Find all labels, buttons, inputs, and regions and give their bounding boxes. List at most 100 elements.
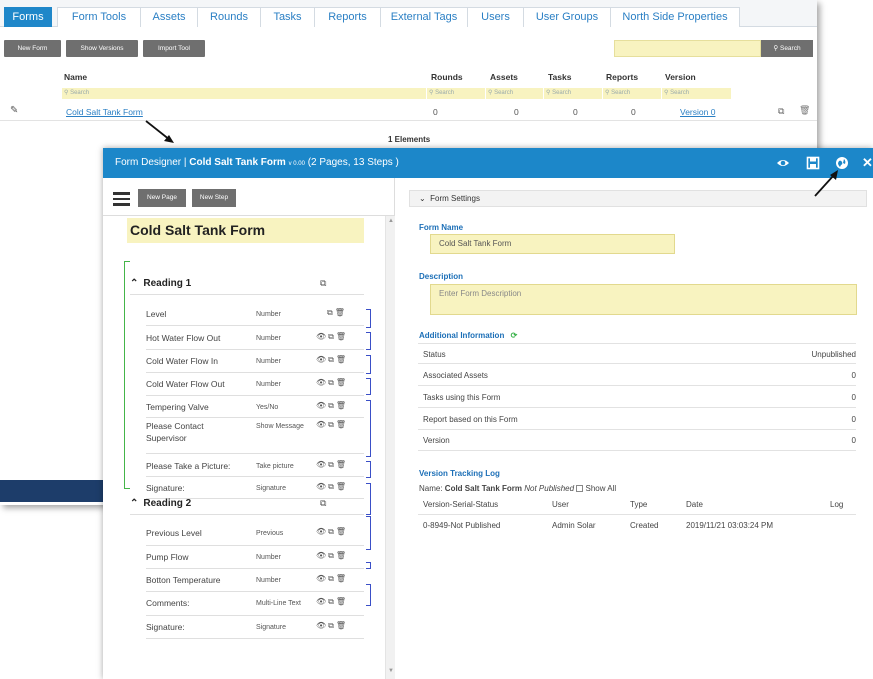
step-row[interactable]: Previous Level Previous 👁⧉🗑 <box>146 522 364 546</box>
trash-icon[interactable]: 🗑 <box>335 308 347 317</box>
trash-icon[interactable]: 🗑 <box>336 551 348 560</box>
eye-icon[interactable]: 👁 <box>316 551 328 560</box>
search-input[interactable] <box>614 40 761 57</box>
step-row[interactable]: Cold Water Flow Out Number 👁⧉🗑 <box>146 373 364 396</box>
close-icon[interactable]: ✕ <box>862 155 873 170</box>
eye-icon[interactable]: 👁 <box>316 420 328 429</box>
copy-icon[interactable]: ⧉ <box>778 106 784 117</box>
trash-icon[interactable]: 🗑 <box>336 621 348 630</box>
column-assets[interactable]: Assets <box>490 72 518 82</box>
trash-icon[interactable]: 🗑 <box>336 460 348 469</box>
trash-icon[interactable]: 🗑 <box>336 597 348 606</box>
eye-icon[interactable]: 👁 <box>316 355 328 364</box>
copy-section-icon[interactable]: ⧉ <box>320 498 326 509</box>
form-settings-header[interactable]: ⌄ Form Settings <box>409 190 867 207</box>
eye-icon[interactable]: 👁 <box>316 527 328 536</box>
new-form-button[interactable]: New Form <box>4 40 61 57</box>
form-name-link[interactable]: Cold Salt Tank Form <box>66 107 143 117</box>
copy-icon[interactable]: ⧉ <box>328 460 336 469</box>
eye-icon[interactable]: 👁 <box>316 597 328 606</box>
trash-icon[interactable]: 🗑 <box>336 482 348 491</box>
copy-section-icon[interactable]: ⧉ <box>320 278 326 289</box>
tab-assets[interactable]: Assets <box>140 7 198 27</box>
tab-north-side-properties[interactable]: North Side Properties <box>610 7 740 27</box>
scroll-up-icon[interactable]: ▲ <box>388 218 394 224</box>
edit-icon[interactable]: ✎ <box>10 105 18 116</box>
eye-icon[interactable]: 👁 <box>316 460 328 469</box>
new-page-button[interactable]: New Page <box>138 189 186 207</box>
copy-icon[interactable]: ⧉ <box>328 332 336 341</box>
tab-forms[interactable]: Forms <box>4 7 52 27</box>
copy-icon[interactable]: ⧉ <box>328 355 336 364</box>
copy-icon[interactable]: ⧉ <box>328 551 336 560</box>
copy-icon[interactable]: ⧉ <box>328 401 336 410</box>
filter-version[interactable]: ⚲ Search <box>662 88 732 99</box>
trash-icon[interactable]: 🗑 <box>336 574 348 583</box>
copy-icon[interactable]: ⧉ <box>328 482 336 491</box>
version-link[interactable]: Version 0 <box>680 107 715 117</box>
step-row[interactable]: Please Contact Supervisor Show Message 👁⧉🗑 <box>146 418 364 454</box>
form-name-input[interactable]: Cold Salt Tank Form <box>430 234 675 254</box>
tab-users[interactable]: Users <box>467 7 524 27</box>
step-row[interactable]: Tempering Valve Yes/No 👁⧉🗑 <box>146 396 364 418</box>
tab-tasks[interactable]: Tasks <box>260 7 315 27</box>
trash-icon[interactable]: 🗑 <box>336 420 348 429</box>
tab-rounds[interactable]: Rounds <box>197 7 261 27</box>
trash-icon[interactable]: 🗑 <box>336 378 348 387</box>
chevron-up-icon[interactable]: ⌃ <box>130 278 138 289</box>
trash-icon[interactable]: 🗑 <box>336 401 348 410</box>
eye-icon[interactable]: 👁 <box>316 378 328 387</box>
copy-icon[interactable]: ⧉ <box>328 574 336 583</box>
copy-icon[interactable]: ⧉ <box>328 378 336 387</box>
filter-name[interactable]: ⚲ Search <box>62 88 427 99</box>
eye-icon[interactable]: 👁 <box>316 482 328 491</box>
column-tasks[interactable]: Tasks <box>548 72 571 82</box>
scroll-down-icon[interactable]: ▼ <box>388 668 394 674</box>
step-row[interactable]: Comments: Multi-Line Text 👁⧉🗑 <box>146 592 364 616</box>
steps-scrollbar[interactable]: ▲ ▼ <box>385 216 395 679</box>
eye-icon[interactable]: 👁 <box>316 621 328 630</box>
form-title[interactable]: Cold Salt Tank Form <box>127 218 364 243</box>
copy-icon[interactable]: ⧉ <box>328 597 336 606</box>
column-name[interactable]: Name <box>64 72 87 82</box>
column-version[interactable]: Version <box>665 72 696 82</box>
tab-external-tags[interactable]: External Tags <box>380 7 468 27</box>
step-row[interactable]: Please Take a Picture: Take picture 👁⧉🗑 <box>146 455 364 477</box>
filter-reports[interactable]: ⚲ Search <box>603 88 662 99</box>
chevron-up-icon[interactable]: ⌃ <box>130 498 138 509</box>
import-tool-button[interactable]: Import Tool <box>143 40 205 57</box>
show-versions-button[interactable]: Show Versions <box>66 40 138 57</box>
tab-reports[interactable]: Reports <box>314 7 381 27</box>
trash-icon[interactable]: 🗑 <box>799 105 810 116</box>
step-row[interactable]: Signature: Signature 👁⧉🗑 <box>146 616 364 639</box>
step-row[interactable]: Level Number ⧉🗑 <box>146 303 364 326</box>
trash-icon[interactable]: 🗑 <box>336 332 348 341</box>
eye-icon[interactable]: 👁 <box>316 401 328 410</box>
eye-icon[interactable]: 👁 <box>316 332 328 341</box>
copy-icon[interactable]: ⧉ <box>327 308 335 317</box>
tab-user-groups[interactable]: User Groups <box>523 7 611 27</box>
new-step-button[interactable]: New Step <box>192 189 236 207</box>
eye-icon[interactable]: 👁 <box>316 574 328 583</box>
column-rounds[interactable]: Rounds <box>431 72 463 82</box>
tab-form-tools[interactable]: Form Tools <box>57 7 141 27</box>
trash-icon[interactable]: 🗑 <box>336 527 348 536</box>
copy-icon[interactable]: ⧉ <box>328 527 336 536</box>
menu-icon[interactable] <box>113 192 130 206</box>
description-textarea[interactable]: Enter Form Description <box>430 284 857 315</box>
trash-icon[interactable]: 🗑 <box>336 355 348 364</box>
section-header[interactable]: ⌃ Reading 2 ⧉ <box>130 498 360 509</box>
filter-assets[interactable]: ⚲ Search <box>486 88 544 99</box>
preview-eye-icon[interactable] <box>776 156 790 170</box>
step-row[interactable]: Hot Water Flow Out Number 👁⧉🗑 <box>146 327 364 350</box>
filter-tasks[interactable]: ⚲ Search <box>544 88 603 99</box>
search-button[interactable]: ⚲ Search <box>761 40 813 57</box>
copy-icon[interactable]: ⧉ <box>328 420 336 429</box>
filter-rounds[interactable]: ⚲ Search <box>427 88 486 99</box>
step-row[interactable]: Cold Water Flow In Number 👁⧉🗑 <box>146 350 364 373</box>
copy-icon[interactable]: ⧉ <box>328 621 336 630</box>
step-row[interactable]: Pump Flow Number 👁⧉🗑 <box>146 546 364 569</box>
column-reports[interactable]: Reports <box>606 72 638 82</box>
step-row[interactable]: Signature: Signature 👁⧉🗑 <box>146 477 364 499</box>
refresh-icon[interactable]: ⟳ <box>511 331 518 340</box>
